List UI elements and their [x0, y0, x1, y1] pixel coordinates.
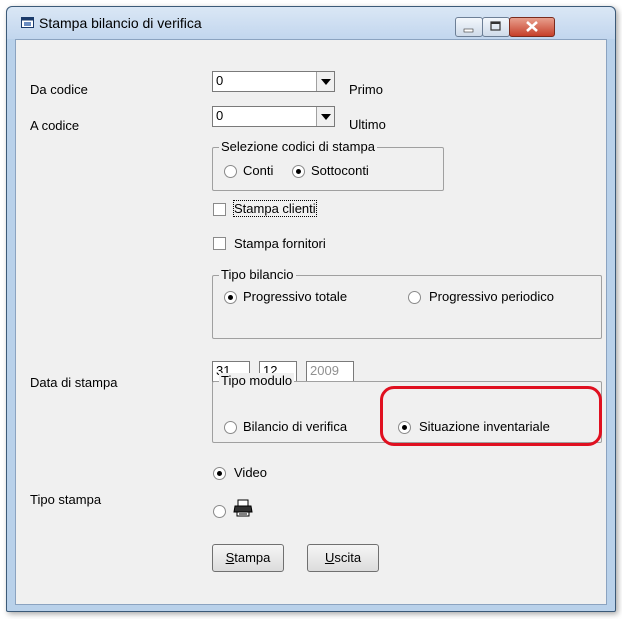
tipo-bilancio-group: Tipo bilancio: [212, 267, 602, 339]
printer-icon[interactable]: [233, 499, 253, 517]
a-codice-combo[interactable]: 0: [212, 106, 335, 127]
stampa-button-label: tampa: [234, 550, 271, 565]
highlight-annotation: [380, 386, 602, 446]
tipo-bilancio-legend: Tipo bilancio: [219, 267, 296, 282]
stampa-fornitori-checkbox[interactable]: [213, 237, 226, 250]
stampa-fornitori-label[interactable]: Stampa fornitori: [234, 236, 326, 251]
stampa-clienti-label[interactable]: Stampa clienti: [233, 200, 317, 217]
minimize-button[interactable]: [455, 17, 483, 37]
a-codice-label: A codice: [30, 118, 80, 133]
tipo-stampa-label: Tipo stampa: [30, 492, 102, 507]
app-icon: [21, 17, 34, 28]
tipo-modulo-legend: Tipo modulo: [219, 373, 295, 388]
window-title: Stampa bilancio di verifica: [39, 15, 202, 31]
uscita-button-label: scita: [334, 550, 362, 565]
maximize-button[interactable]: [482, 17, 510, 37]
radio-bilancio-verifica-label[interactable]: Bilancio di verifica: [243, 419, 347, 434]
radio-progressivo-periodico-label[interactable]: Progressivo periodico: [429, 289, 554, 304]
selezione-codici-legend: Selezione codici di stampa: [219, 139, 377, 154]
dialog-window: Stampa bilancio di verifica Da codice 0 …: [6, 6, 616, 612]
stampa-clienti-checkbox[interactable]: [213, 203, 226, 216]
radio-video[interactable]: [213, 467, 226, 480]
maximize-icon: [490, 21, 501, 31]
radio-printer[interactable]: [213, 505, 226, 518]
title-bar[interactable]: Stampa bilancio di verifica: [7, 7, 615, 39]
stampa-mnemonic: S: [225, 550, 235, 565]
chevron-down-icon[interactable]: [316, 107, 334, 126]
stampa-button[interactable]: Stampa: [212, 544, 284, 572]
da-codice-hint: Primo: [349, 82, 383, 97]
radio-sottoconti[interactable]: [292, 165, 305, 178]
uscita-mnemonic: U: [324, 550, 335, 565]
da-codice-combo[interactable]: 0: [212, 71, 335, 92]
radio-conti-label[interactable]: Conti: [243, 163, 273, 178]
radio-progressivo-periodico[interactable]: [408, 291, 421, 304]
da-codice-label: Da codice: [30, 82, 88, 97]
dialog-client-area: Da codice 0 Primo A codice 0 Ultimo Sele…: [15, 39, 607, 605]
radio-bilancio-verifica[interactable]: [224, 421, 237, 434]
uscita-button[interactable]: Uscita: [307, 544, 379, 572]
close-button[interactable]: [509, 17, 555, 37]
radio-sottoconti-label[interactable]: Sottoconti: [311, 163, 369, 178]
radio-progressivo-totale[interactable]: [224, 291, 237, 304]
a-codice-hint: Ultimo: [349, 117, 386, 132]
close-icon: [526, 21, 538, 32]
data-anno-input: 2009: [306, 361, 354, 382]
radio-conti[interactable]: [224, 165, 237, 178]
chevron-down-icon[interactable]: [316, 72, 334, 91]
data-stampa-label: Data di stampa: [30, 375, 118, 390]
data-anno-value: 2009: [310, 363, 339, 378]
a-codice-value: 0: [216, 108, 224, 123]
da-codice-value: 0: [216, 73, 224, 88]
minimize-icon: [463, 28, 474, 33]
radio-video-label[interactable]: Video: [234, 465, 267, 480]
radio-progressivo-totale-label[interactable]: Progressivo totale: [243, 289, 347, 304]
